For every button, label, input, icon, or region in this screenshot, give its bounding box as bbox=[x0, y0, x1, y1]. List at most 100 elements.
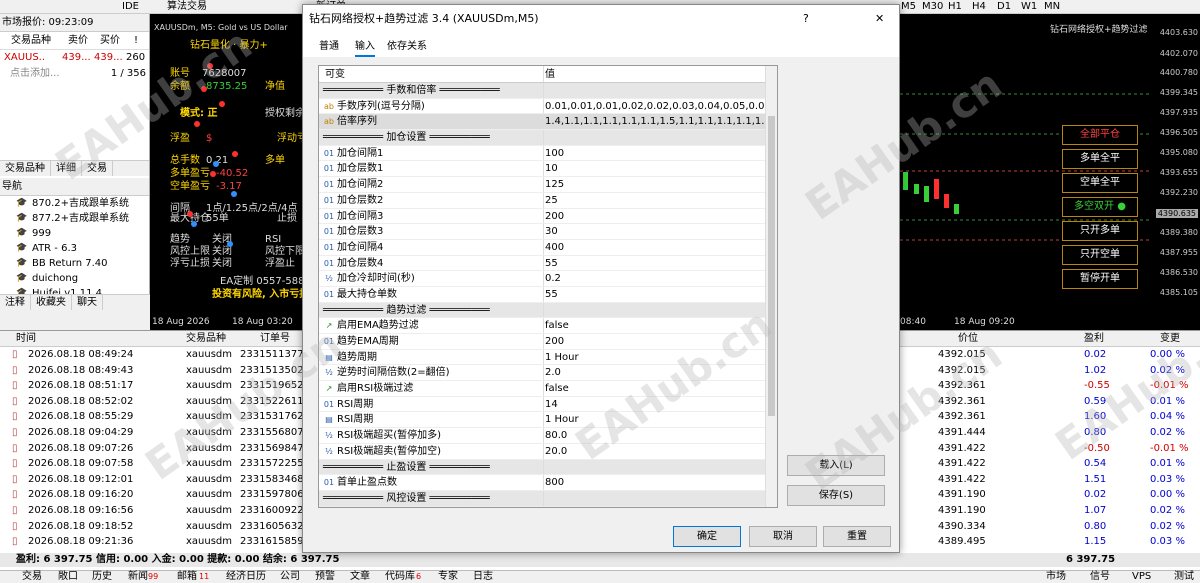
input-value[interactable]: 20.0 bbox=[545, 444, 567, 460]
input-row[interactable]: ½ 加仓冷却时间(秒) 0.2 bbox=[319, 271, 777, 287]
input-row[interactable]: 01 加仓层数1 10 bbox=[319, 161, 777, 178]
col-variable[interactable]: 可变 bbox=[325, 66, 345, 83]
input-row[interactable]: ½ 逆势时间隔倍数(2=翻倍) 2.0 bbox=[319, 365, 777, 382]
tab-experts[interactable]: 专家 bbox=[438, 571, 458, 583]
close-sell-button[interactable]: 空单全平 bbox=[1062, 173, 1138, 193]
input-row[interactable]: 01 趋势EMA周期 200 bbox=[319, 334, 777, 350]
ok-button[interactable]: 确定 bbox=[673, 526, 741, 547]
input-value[interactable]: 0.01,0.01,0.01,0.02,0.02,0.03,0.04,0.05,… bbox=[545, 99, 777, 115]
input-value[interactable]: 1.4,1.1,1.1,1.1,1.1,1.1,1.5,1.1,1.1,1.1,… bbox=[545, 114, 777, 130]
input-value[interactable]: false bbox=[545, 381, 569, 397]
tab-symbols[interactable]: 交易品种 bbox=[0, 161, 51, 176]
tab-company[interactable]: 公司 bbox=[280, 571, 300, 583]
input-value[interactable]: 2.0 bbox=[545, 365, 561, 381]
input-section-header[interactable]: ══════════ 风控设置 ══════════ bbox=[319, 490, 777, 507]
tab-favorites[interactable]: 收藏夹 bbox=[31, 295, 72, 310]
col-symbol[interactable]: 交易品种 bbox=[186, 331, 226, 347]
tab-details[interactable]: 详细 bbox=[51, 161, 82, 176]
buy-only-button[interactable]: 只开多单 bbox=[1062, 221, 1138, 241]
toolbar-m5[interactable]: M5 bbox=[901, 0, 916, 13]
input-value[interactable]: 25 bbox=[545, 193, 558, 209]
col-ask[interactable]: 买价 bbox=[94, 32, 126, 49]
input-row[interactable]: 01 首单止盈点数 800 bbox=[319, 475, 777, 491]
input-value[interactable]: 10 bbox=[545, 161, 558, 177]
input-value[interactable]: 80.0 bbox=[545, 428, 567, 444]
toolbar-ide[interactable]: IDE bbox=[122, 0, 139, 13]
sell-only-button[interactable]: 只开空单 bbox=[1062, 245, 1138, 265]
toolbar-algo-trading[interactable]: 算法交易 bbox=[167, 0, 207, 13]
input-row[interactable]: 01 最大持仓单数 55 bbox=[319, 286, 777, 303]
close-button[interactable]: ✕ bbox=[875, 5, 884, 33]
tab-codebase[interactable]: 代码库 bbox=[385, 571, 415, 583]
input-value[interactable]: 400 bbox=[545, 240, 564, 256]
tab-news[interactable]: 新闻 bbox=[128, 571, 148, 583]
input-value[interactable]: 55 bbox=[545, 287, 558, 303]
input-row[interactable]: ↗ 启用RSI极端过滤 false bbox=[319, 381, 777, 397]
col-change[interactable]: 变更 bbox=[1160, 331, 1180, 347]
tab-inputs[interactable]: 输入 bbox=[355, 37, 375, 57]
tab-dependencies[interactable]: 依存关系 bbox=[387, 37, 427, 52]
status-market[interactable]: 市场 bbox=[1046, 571, 1066, 583]
input-row[interactable]: ab 倍率序列 1.4,1.1,1.1,1.1,1.1,1.1,1.5,1.1,1.… bbox=[319, 114, 777, 131]
close-all-button[interactable]: 全部平仓 bbox=[1062, 125, 1138, 145]
input-row[interactable]: ↗ 启用EMA趋势过滤 false bbox=[319, 318, 777, 334]
tab-trading[interactable]: 交易 bbox=[82, 161, 113, 176]
input-row[interactable]: 01 加仓层数3 30 bbox=[319, 224, 777, 240]
col-value[interactable]: 值 bbox=[545, 66, 555, 83]
nav-item[interactable]: 999 bbox=[0, 226, 149, 241]
input-row[interactable]: 01 加仓间隔4 400 bbox=[319, 239, 777, 256]
input-row[interactable]: ½ RSI极端超卖(暂停加空) 20.0 bbox=[319, 443, 777, 460]
col-spread[interactable]: ! bbox=[126, 32, 146, 49]
input-value[interactable]: 200 bbox=[545, 209, 564, 225]
col-symbol[interactable]: 交易品种 bbox=[0, 32, 62, 49]
input-value[interactable]: 200 bbox=[545, 334, 564, 350]
input-row[interactable]: ab 手数序列(逗号分隔) 0.01,0.01,0.01,0.02,0.02,0.0… bbox=[319, 98, 777, 115]
status-tester[interactable]: 测试 bbox=[1174, 571, 1194, 583]
nav-item[interactable]: 870.2+吉成跟单系统 bbox=[0, 196, 149, 211]
input-value[interactable]: 30 bbox=[545, 224, 558, 240]
chart-left[interactable]: XAUUSDm, M5: Gold vs US Dollar 钻石量化 · 暴力… bbox=[150, 14, 311, 330]
reset-button[interactable]: 重置 bbox=[823, 526, 891, 547]
toolbar-h1[interactable]: H1 bbox=[948, 0, 962, 13]
col-time[interactable]: 时间 bbox=[16, 331, 36, 347]
input-value[interactable]: 14 bbox=[545, 397, 558, 413]
input-section-header[interactable]: ══════════ 手数和倍率 ══════════ bbox=[319, 83, 777, 99]
chart-right[interactable]: 钻石网络授权+趋势过滤 4403.630 4402.070 4400.780 4… bbox=[900, 14, 1200, 330]
col-price[interactable]: 价位 bbox=[958, 331, 978, 347]
tab-alerts[interactable]: 预警 bbox=[315, 571, 335, 583]
input-value[interactable]: 800 bbox=[545, 475, 564, 491]
input-section-header[interactable]: ══════════ 止盈设置 ══════════ bbox=[319, 459, 777, 476]
input-row[interactable]: 01 加仓层数2 25 bbox=[319, 192, 777, 209]
input-value[interactable]: false bbox=[545, 318, 569, 334]
input-row[interactable]: 01 加仓间隔3 200 bbox=[319, 208, 777, 225]
cancel-button[interactable]: 取消 bbox=[749, 526, 817, 547]
nav-item[interactable]: ATR - 6.3 bbox=[0, 241, 149, 256]
tab-journal[interactable]: 日志 bbox=[473, 571, 493, 583]
input-row[interactable]: ▤ RSI周期 1 Hour bbox=[319, 412, 777, 429]
col-bid[interactable]: 卖价 bbox=[62, 32, 94, 49]
market-watch-add-row[interactable]: 点击添加... 1 / 356 bbox=[0, 66, 149, 82]
input-row[interactable]: 01 加仓层数4 55 bbox=[319, 255, 777, 272]
input-row[interactable]: ½ RSI极端超买(暂停加多) 80.0 bbox=[319, 428, 777, 444]
input-value[interactable]: 1 Hour bbox=[545, 412, 579, 428]
input-row[interactable]: 01 加仓间隔1 100 bbox=[319, 145, 777, 162]
both-open-button[interactable]: 多空双开 ● bbox=[1062, 197, 1138, 217]
input-value[interactable]: 125 bbox=[545, 177, 564, 193]
tab-calendar[interactable]: 经济日历 bbox=[226, 571, 266, 583]
toolbar-mn[interactable]: MN bbox=[1044, 0, 1060, 13]
market-watch-row[interactable]: XAUUS.. 439... 439... 260 bbox=[0, 50, 149, 66]
nav-item[interactable]: duichong bbox=[0, 271, 149, 286]
tab-history[interactable]: 历史 bbox=[92, 571, 112, 583]
tab-mailbox[interactable]: 邮箱 bbox=[177, 571, 197, 583]
grid-scrollbar[interactable] bbox=[765, 66, 777, 507]
tab-trade[interactable]: 交易 bbox=[22, 571, 42, 583]
toolbar-m30[interactable]: M30 bbox=[922, 0, 943, 13]
input-row[interactable]: 01 加仓间隔2 125 bbox=[319, 177, 777, 193]
col-order[interactable]: 订单号 bbox=[260, 331, 290, 347]
col-profit[interactable]: 盈利 bbox=[1084, 331, 1104, 347]
tab-exposure[interactable]: 敞口 bbox=[58, 571, 78, 583]
toolbar-h4[interactable]: H4 bbox=[972, 0, 986, 13]
input-value[interactable]: 55 bbox=[545, 256, 558, 272]
load-button[interactable]: 载入(L) bbox=[787, 455, 885, 476]
input-row[interactable]: ▤ 趋势周期 1 Hour bbox=[319, 349, 777, 366]
